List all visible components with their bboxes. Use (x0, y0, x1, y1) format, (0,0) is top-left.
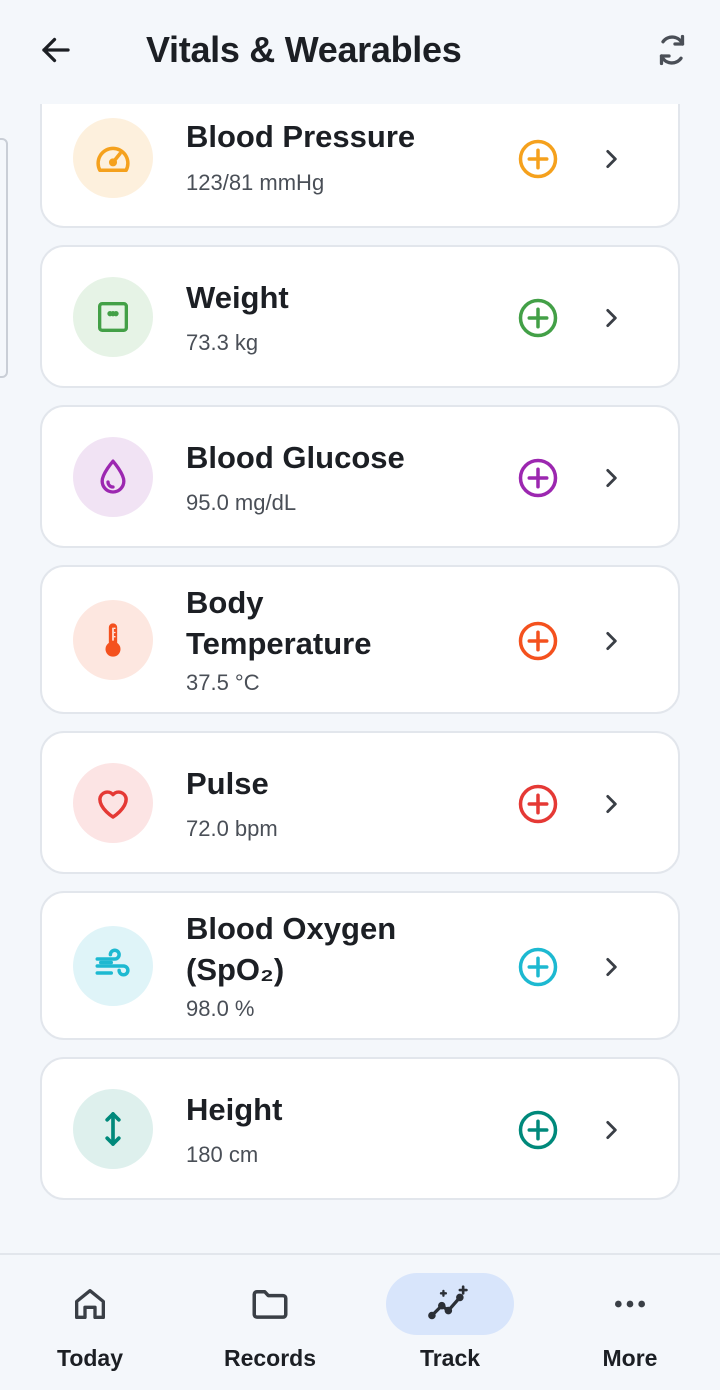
nav-item-track[interactable]: Track (360, 1255, 540, 1390)
add-reading-button[interactable] (516, 945, 560, 989)
nav-item-today[interactable]: Today (0, 1255, 180, 1390)
vital-value: 98.0 % (186, 996, 255, 1021)
scale-icon (98, 302, 128, 332)
vital-name: Blood Oxygen (SpO₂) (186, 911, 397, 987)
sync-icon (659, 34, 685, 66)
home-icon (75, 1289, 106, 1319)
chevron-right-icon (606, 1121, 617, 1139)
drop-icon (100, 459, 126, 494)
vital-name: Height (186, 1092, 283, 1127)
vital-name: Body Temperature (186, 585, 372, 661)
add-reading-button[interactable] (516, 782, 560, 826)
sparkle-chart-icon (428, 1285, 468, 1320)
nav-icon-container (26, 1273, 154, 1335)
add-reading-button[interactable] (516, 296, 560, 340)
vital-icon-badge (73, 600, 153, 680)
nav-label: Track (419, 1345, 481, 1371)
nav-label: Records (223, 1345, 317, 1371)
wind-icon (95, 948, 130, 977)
plus-circle-icon (518, 139, 558, 179)
vital-value: 72.0 bpm (186, 816, 278, 841)
vital-name: Pulse (186, 766, 269, 801)
open-details-button[interactable] (594, 1113, 628, 1147)
chevron-right-icon (606, 309, 617, 327)
open-details-button[interactable] (594, 787, 628, 821)
open-details-button[interactable] (594, 461, 628, 495)
add-reading-button[interactable] (516, 137, 560, 181)
vital-value: 95.0 mg/dL (186, 490, 297, 515)
vital-value: 123/81 mmHg (186, 170, 325, 195)
nav-item-records[interactable]: Records (180, 1255, 360, 1390)
vital-name: Blood Pressure (186, 119, 416, 154)
plus-circle-icon (518, 621, 558, 661)
plus-circle-icon (518, 1110, 558, 1150)
plus-circle-icon (518, 947, 558, 987)
open-details-button[interactable] (594, 950, 628, 984)
vital-value: 37.5 °C (186, 670, 260, 695)
nav-item-more[interactable]: More (540, 1255, 720, 1390)
plus-circle-icon (518, 458, 558, 498)
add-reading-button[interactable] (516, 619, 560, 663)
nav-icon-container-active (386, 1273, 514, 1335)
arrow-left-icon (42, 37, 70, 63)
plus-circle-icon (518, 784, 558, 824)
chevron-right-icon (606, 795, 617, 813)
height-arrows-icon (105, 1112, 121, 1146)
vital-name: Weight (186, 280, 289, 315)
open-details-button[interactable] (594, 142, 628, 176)
app-header: Vitals & Wearables (0, 0, 720, 104)
open-details-button[interactable] (594, 624, 628, 658)
nav-label: More (602, 1345, 658, 1371)
chevron-right-icon (606, 958, 617, 976)
add-reading-button[interactable] (516, 456, 560, 500)
nav-icon-container (566, 1273, 694, 1335)
vital-card-blood-oxygen[interactable]: Blood Oxygen (SpO₂) 98.0 % (40, 891, 680, 1040)
vital-card-weight[interactable]: Weight 73.3 kg (40, 245, 680, 388)
bottom-navigation: Today Records Track More (0, 1253, 720, 1390)
vital-icon-badge (73, 1089, 153, 1169)
vital-icon-badge (73, 437, 153, 517)
folder-icon (252, 1290, 288, 1319)
vital-icon-badge (73, 118, 153, 198)
vital-card-blood-glucose[interactable]: Blood Glucose 95.0 mg/dL (40, 405, 680, 548)
chevron-right-icon (606, 469, 617, 487)
vital-icon-badge (73, 277, 153, 357)
nav-icon-container (206, 1273, 334, 1335)
gauge-icon (96, 146, 130, 172)
plus-circle-icon (518, 298, 558, 338)
chevron-right-icon (606, 632, 617, 650)
more-dots-icon (615, 1300, 645, 1308)
vital-value: 73.3 kg (186, 330, 259, 355)
vital-card-pulse[interactable]: Pulse 72.0 bpm (40, 731, 680, 874)
vital-value: 180 cm (186, 1142, 259, 1167)
vital-card-body-temperature[interactable]: Body Temperature 37.5 °C (40, 565, 680, 714)
collapsed-side-panel[interactable] (0, 138, 8, 378)
vital-icon-badge (73, 926, 153, 1006)
chevron-right-icon (606, 150, 617, 168)
page-title: Vitals & Wearables (146, 29, 462, 70)
open-details-button[interactable] (594, 301, 628, 335)
back-button[interactable] (36, 30, 76, 70)
add-reading-button[interactable] (516, 1108, 560, 1152)
vital-card-height[interactable]: Height 180 cm (40, 1057, 680, 1200)
vital-icon-badge (73, 763, 153, 843)
sync-button[interactable] (650, 28, 694, 72)
nav-label: Today (56, 1345, 124, 1371)
vital-name: Blood Glucose (186, 440, 405, 475)
thermometer-icon (105, 623, 121, 657)
heart-icon (98, 790, 128, 819)
